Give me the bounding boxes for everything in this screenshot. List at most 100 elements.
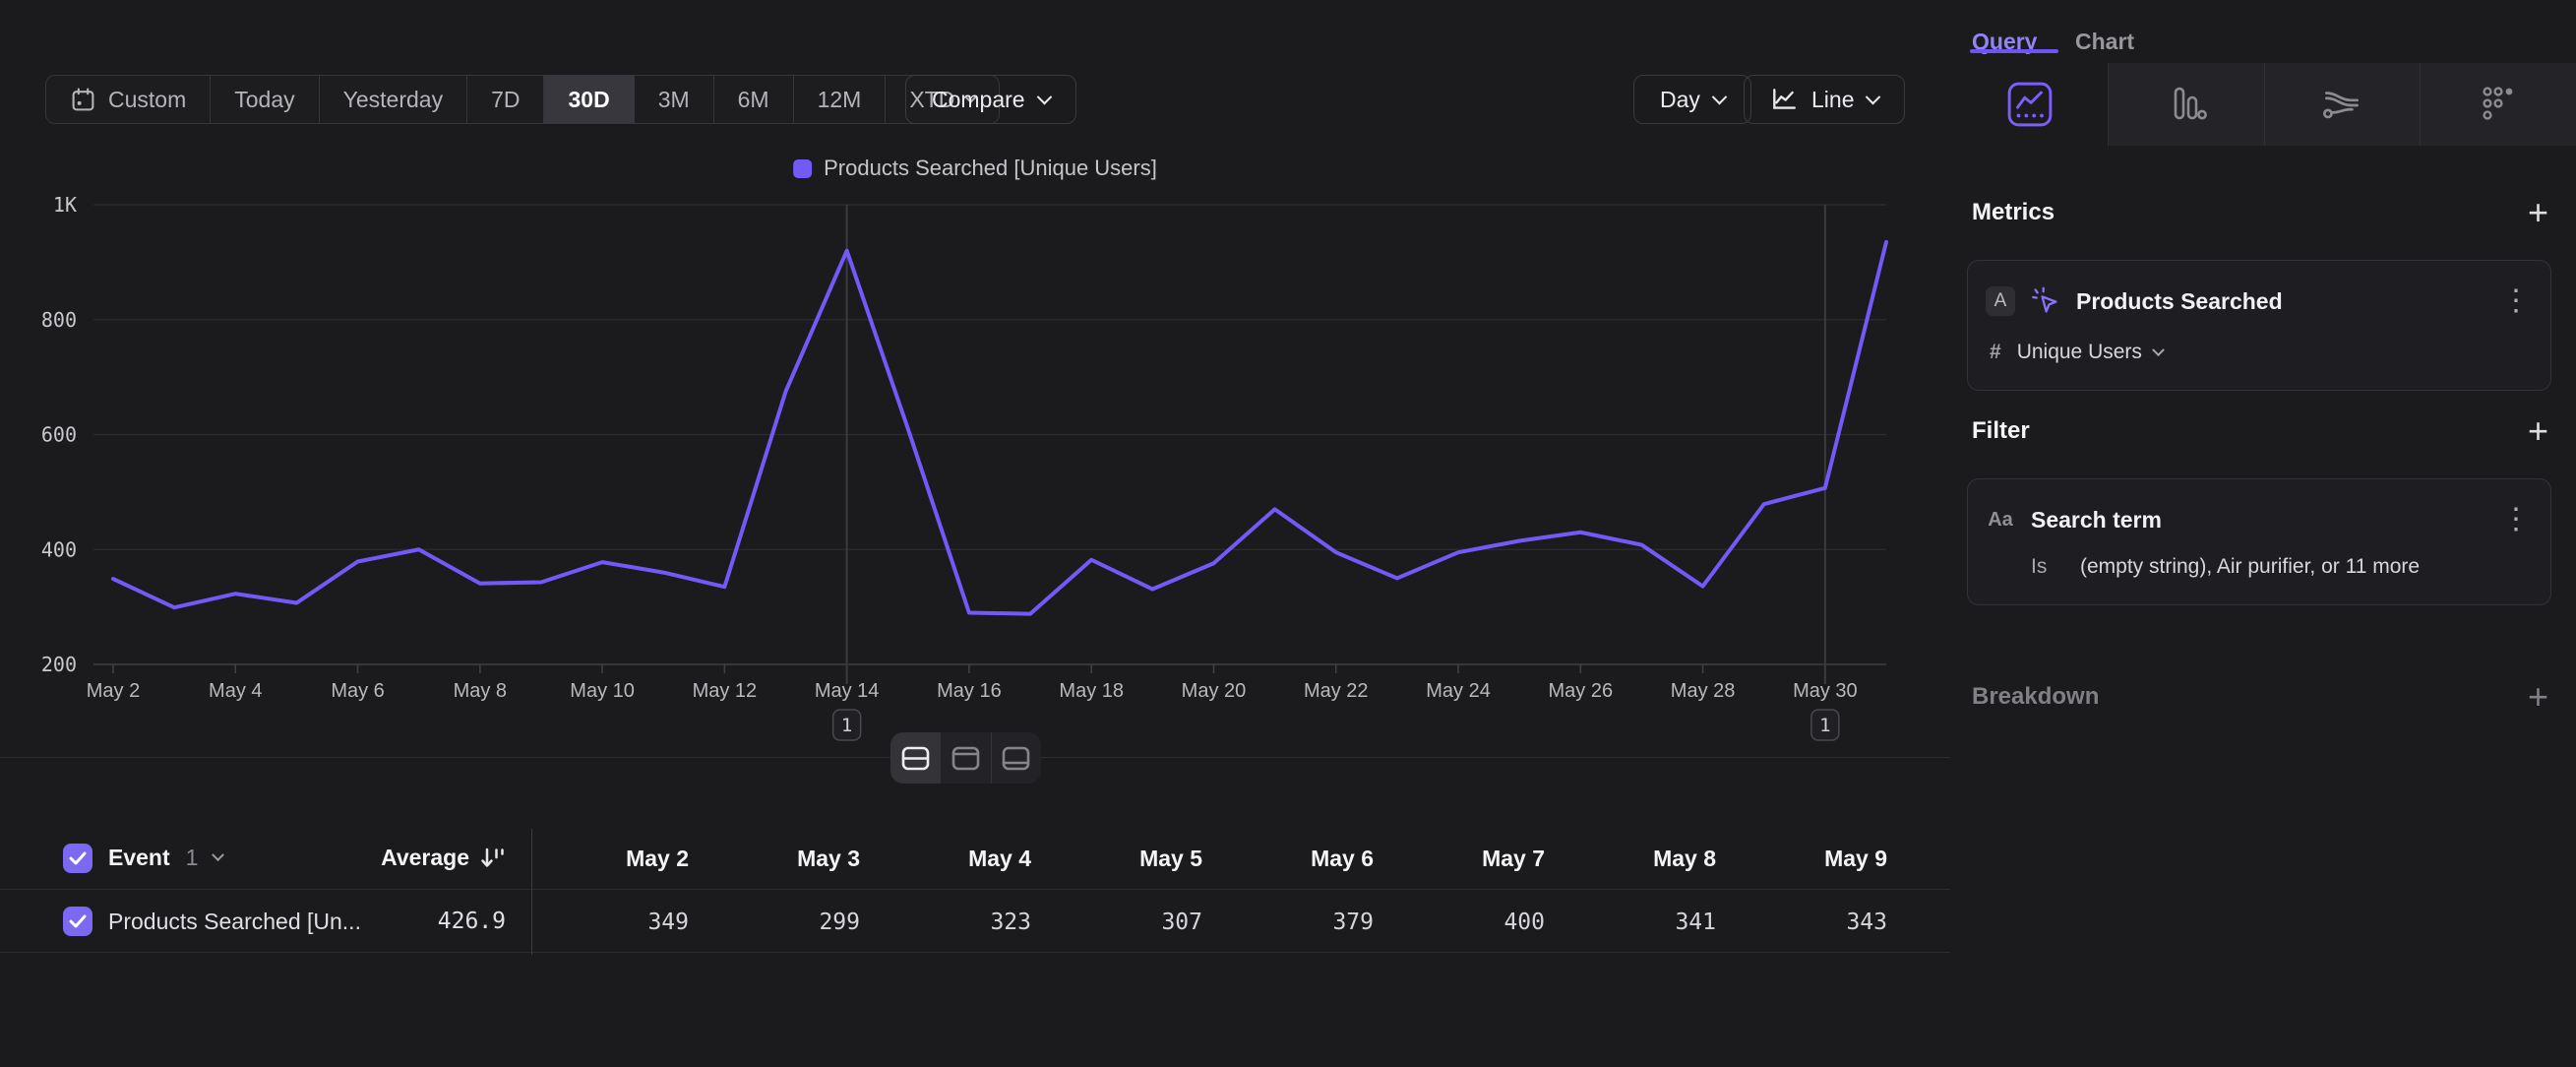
y-axis-tick-label: 800: [41, 308, 77, 332]
table-cell: 349: [647, 891, 689, 953]
measure-label: Unique Users: [2017, 341, 2142, 364]
metric-card-main-row: A Products Searched ⋮: [1986, 282, 2531, 320]
filter-property-name: Search term: [2031, 507, 2485, 534]
table-top-view-button[interactable]: [941, 732, 991, 784]
report-main-area: CustomTodayYesterday7D30D3M6M12MXTD Comp…: [0, 0, 1950, 1067]
row-checkbox[interactable]: [63, 907, 92, 936]
add-filter-button[interactable]: +: [2528, 413, 2548, 449]
select-all-checkbox[interactable]: [63, 844, 92, 873]
range-label: 12M: [818, 87, 862, 113]
x-axis-tick-label: May 24: [1426, 680, 1491, 702]
breakdown-table: Event 1 Average May 2May 3May 4May 5May …: [0, 827, 1950, 955]
chart-type-tabs: [1952, 63, 2576, 146]
row-event-name: Products Searched [Un...: [108, 909, 361, 935]
filter-menu-kebab-icon[interactable]: ⋮: [2501, 508, 2531, 532]
x-axis-tick-label: May 8: [454, 680, 507, 702]
breakdown-section-header: Breakdown +: [1972, 679, 2548, 715]
table-bottom-view-button[interactable]: [992, 732, 1041, 784]
metric-measure-row: # Unique Users: [1990, 337, 2531, 368]
retention-dots-icon: [2476, 82, 2521, 127]
bar-chart-icon: [2164, 82, 2209, 127]
filter-card[interactable]: Aa Search term ⋮ Is (empty string), Air …: [1967, 478, 2551, 605]
range-custom-button[interactable]: Custom: [46, 76, 211, 123]
range-label: 6M: [738, 87, 769, 113]
range-12m-button[interactable]: 12M: [794, 76, 887, 123]
range-label: Custom: [108, 87, 186, 113]
sidebar-tabs: Query Chart: [1952, 0, 2576, 63]
chart-style-label: Line: [1811, 87, 1854, 113]
x-axis-tick-label: May 6: [331, 680, 384, 702]
range-7d-button[interactable]: 7D: [467, 76, 544, 123]
active-tab-underline: [1970, 49, 2058, 53]
analytics-app: CustomTodayYesterday7D30D3M6M12MXTD Comp…: [0, 0, 2576, 1067]
metrics-title: Metrics: [1972, 199, 2055, 226]
y-axis-tick-label: 400: [41, 537, 77, 561]
line-chart-icon: [1770, 86, 1798, 113]
range-today-button[interactable]: Today: [211, 76, 319, 123]
range-label: 3M: [658, 87, 690, 113]
x-axis-tick-label: May 18: [1059, 680, 1124, 702]
range-3m-button[interactable]: 3M: [635, 76, 714, 123]
table-cell: 343: [1846, 891, 1887, 953]
y-axis-tick-label: 1K: [53, 193, 77, 217]
event-selector[interactable]: Event 1: [63, 827, 222, 889]
row-name-group: Products Searched [Un...: [63, 891, 361, 952]
range-30d-button[interactable]: 30D: [544, 76, 634, 123]
chart-style-dropdown[interactable]: Line: [1744, 75, 1905, 124]
table-col-header: May 5: [1139, 827, 1202, 890]
table-row[interactable]: Products Searched [Un... 426.9 349299323…: [0, 891, 1950, 953]
line-chart[interactable]: 2004006008001KMay 2May 4May 6May 8May 10…: [0, 187, 1950, 758]
y-axis-tick-label: 200: [41, 653, 77, 676]
table-bottom-view-icon: [1001, 745, 1031, 772]
x-axis-tick-label: May 22: [1304, 680, 1369, 702]
x-axis-tick-label: May 12: [693, 680, 758, 702]
chart-legend-item[interactable]: Products Searched [Unique Users]: [793, 156, 1157, 181]
filter-condition-row[interactable]: Is (empty string), Air purifier, or 11 m…: [2031, 551, 2531, 583]
chart-type-retention-tab[interactable]: [2420, 63, 2576, 146]
table-col-header: May 4: [968, 827, 1031, 890]
filter-operator: Is: [2031, 555, 2064, 579]
granularity-dropdown[interactable]: Day: [1633, 75, 1751, 124]
chart-type-flows-tab[interactable]: [2264, 63, 2421, 146]
table-header-row: Event 1 Average May 2May 3May 4May 5May …: [0, 827, 1950, 890]
add-metric-button[interactable]: +: [2528, 195, 2548, 230]
measure-dropdown[interactable]: Unique Users: [2017, 341, 2163, 364]
table-cell: 299: [819, 891, 860, 953]
series-name: Products Searched [Unique Users]: [824, 156, 1157, 181]
metrics-section-header: Metrics +: [1972, 195, 2548, 230]
table-cell: 307: [1161, 891, 1202, 953]
x-axis-tick-label: May 28: [1671, 680, 1736, 702]
split-view-button[interactable]: [890, 732, 941, 784]
layout-toggle: [890, 732, 1041, 784]
metric-card[interactable]: A Products Searched ⋮ # Unique Users: [1967, 260, 2551, 391]
table-col-header: May 3: [797, 827, 860, 890]
table-cell: 323: [990, 891, 1031, 953]
tab-chart[interactable]: Chart: [2075, 0, 2134, 55]
chart-type-funnels-tab[interactable]: [2108, 63, 2264, 146]
event-pointer-icon: [2031, 286, 2060, 316]
range-6m-button[interactable]: 6M: [714, 76, 794, 123]
table-col-header: May 8: [1653, 827, 1716, 890]
x-axis-tick-label: May 20: [1182, 680, 1247, 702]
tab-query[interactable]: Query: [1972, 0, 2037, 55]
metric-menu-kebab-icon[interactable]: ⋮: [2501, 289, 2531, 313]
compare-button[interactable]: Compare: [905, 75, 1076, 124]
range-yesterday-button[interactable]: Yesterday: [320, 76, 467, 123]
granularity-label: Day: [1660, 87, 1700, 113]
table-col-header: May 6: [1311, 827, 1374, 890]
filter-title: Filter: [1972, 417, 2030, 445]
range-label: 30D: [568, 87, 609, 113]
range-label: Today: [234, 87, 294, 113]
y-axis-tick-label: 600: [41, 423, 77, 447]
add-breakdown-button[interactable]: +: [2528, 679, 2548, 715]
average-sort-control[interactable]: Average: [381, 827, 506, 889]
series-color-swatch: [793, 159, 812, 178]
chevron-down-icon: [1866, 89, 1881, 104]
compare-label: Compare: [932, 87, 1025, 113]
x-axis-tick-label: May 26: [1549, 680, 1614, 702]
table-cell: 341: [1675, 891, 1716, 953]
chart-type-insights-tab[interactable]: [1952, 63, 2108, 146]
metric-letter-badge: A: [1986, 286, 2015, 316]
query-sidebar: Query Chart: [1952, 0, 2576, 1067]
series-line[interactable]: [113, 242, 1886, 614]
